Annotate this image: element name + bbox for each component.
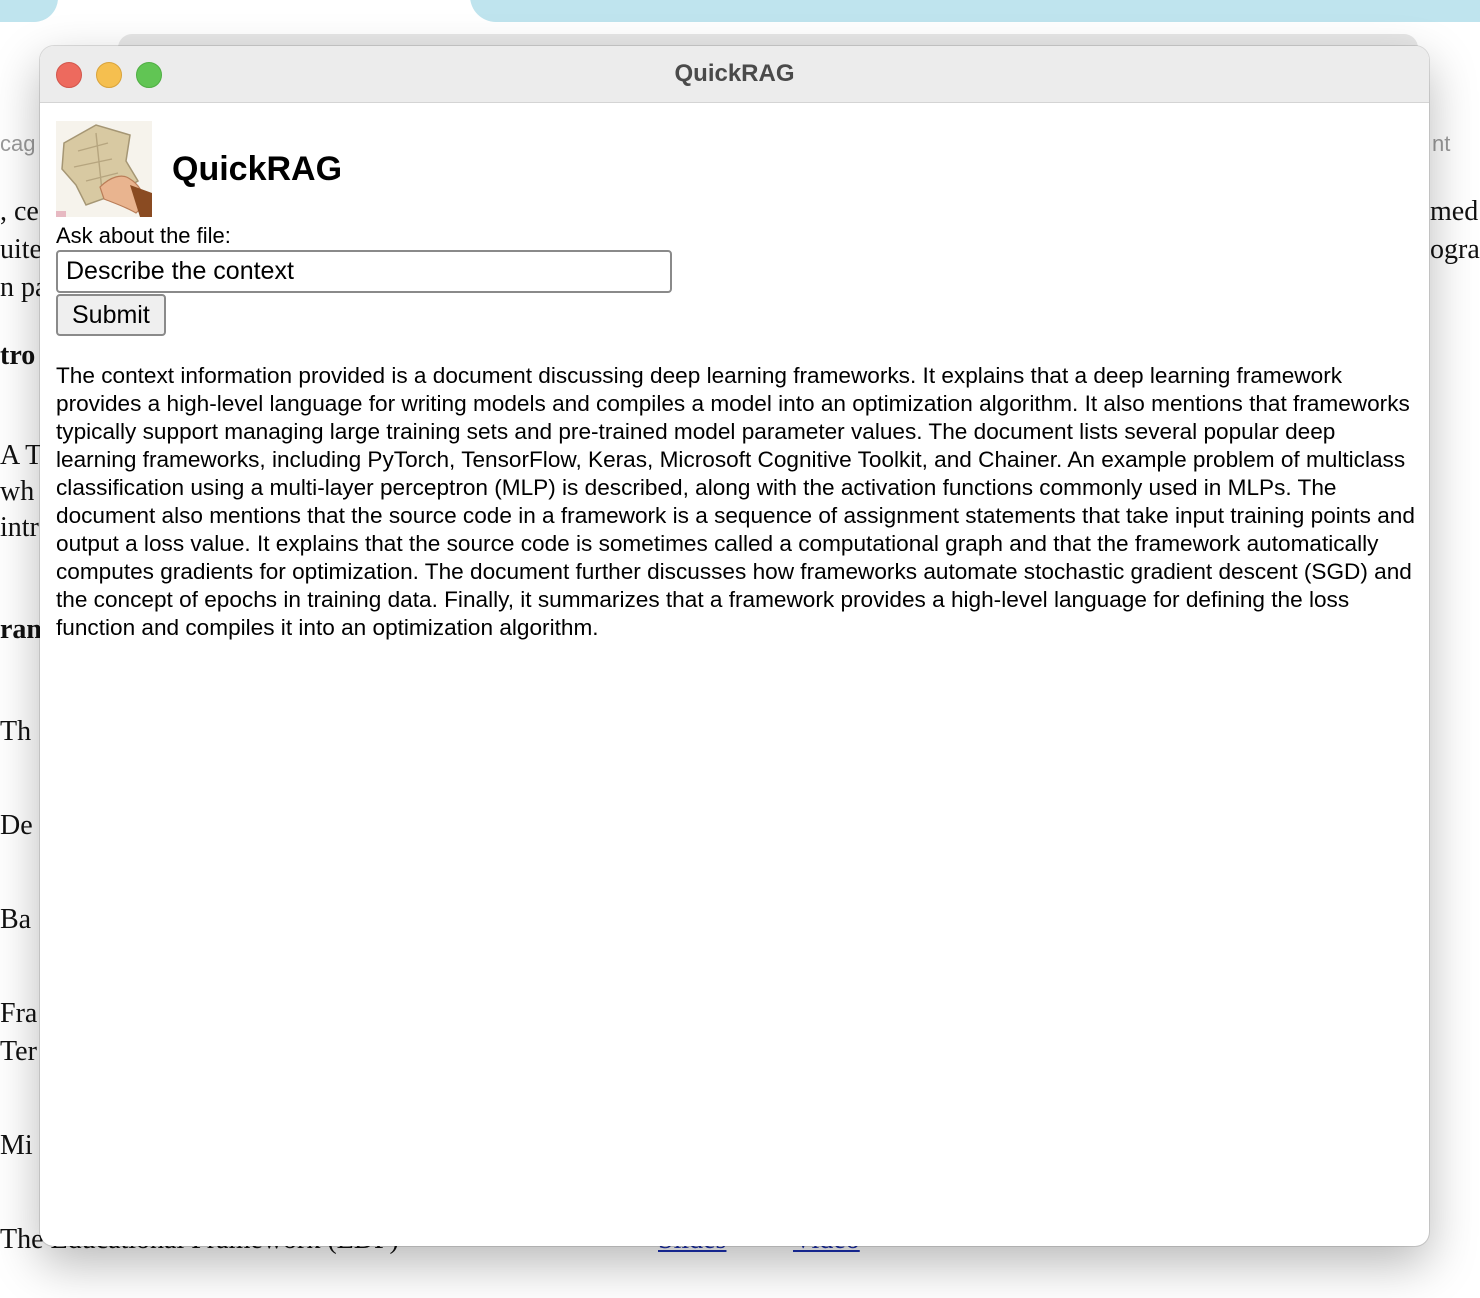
background-fragment: Fra (0, 998, 38, 1029)
query-input[interactable] (56, 250, 672, 293)
background-fragment: Ter (0, 1036, 37, 1067)
background-fragment: , ce (0, 196, 39, 227)
quickrag-window: QuickRAG QuickRAG Ask about the file: Su… (40, 46, 1429, 1246)
app-header: QuickRAG (56, 121, 1413, 217)
background-fragment: uite (0, 234, 42, 265)
background-fragment: cag (0, 131, 36, 156)
window-title: QuickRAG (674, 60, 795, 87)
app-content: QuickRAG Ask about the file: Submit The … (40, 103, 1429, 642)
app-title: QuickRAG (172, 149, 343, 188)
background-fragment: tro (0, 340, 36, 371)
background-fragment: Mi (0, 1130, 33, 1161)
background-fragment: Th (0, 716, 32, 747)
title-bar[interactable]: QuickRAG (40, 46, 1429, 103)
cloth-in-hand-logo (56, 121, 152, 217)
background-fragment: De (0, 810, 33, 841)
background-fragment: wh (0, 476, 35, 507)
answer-text: The context information provided is a do… (56, 363, 1415, 640)
background-fragment: Ba (0, 904, 32, 935)
background-fragment: A T (0, 440, 43, 471)
background-fragment: nt (1432, 131, 1451, 156)
background-tab-left (0, 0, 58, 22)
background-fragment: ogra (1430, 234, 1480, 265)
background-fragment: med (1430, 196, 1479, 227)
background-fragment: intr (0, 512, 39, 543)
submit-button[interactable]: Submit (56, 294, 166, 336)
background-tab-right (470, 0, 1480, 22)
ask-label: Ask about the file: (56, 223, 231, 248)
